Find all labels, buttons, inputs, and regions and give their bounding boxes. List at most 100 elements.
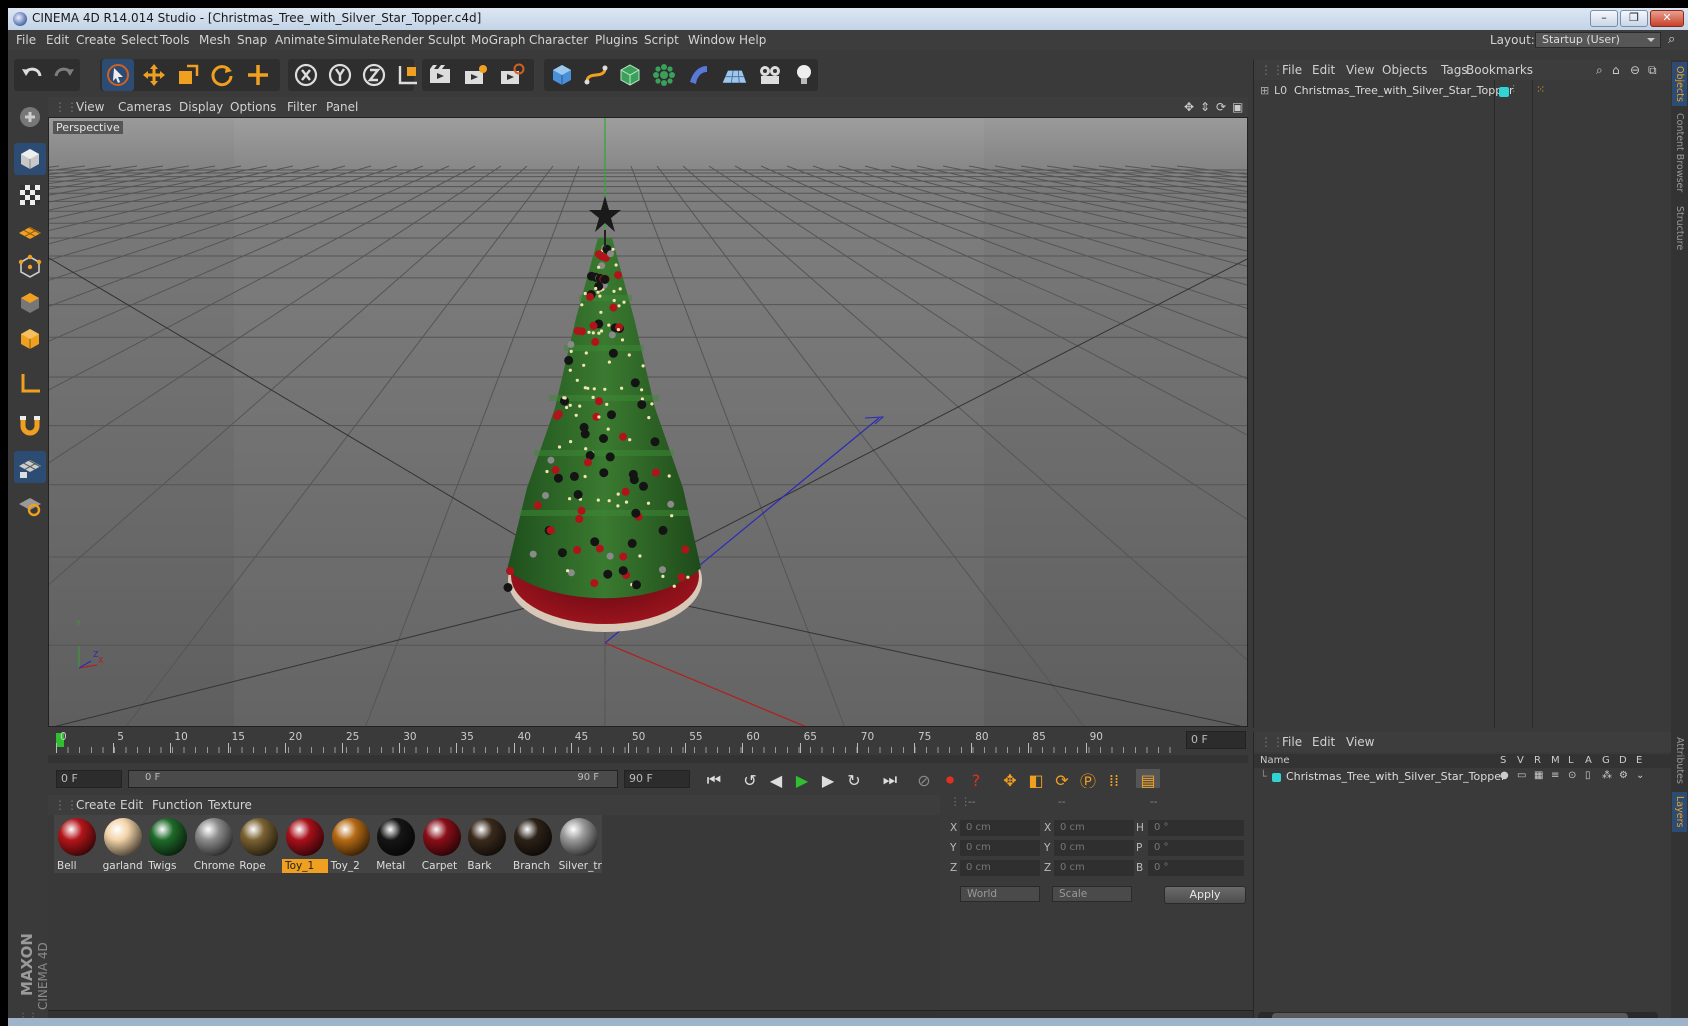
material-swatch[interactable]: Toy_2 (327, 815, 374, 873)
previous-key-icon[interactable]: ↺ (738, 769, 762, 791)
render-settings-icon[interactable] (496, 59, 528, 91)
previous-frame-icon[interactable]: ◀ (764, 769, 788, 791)
layer-flag-icon[interactable]: ⌄ (1636, 770, 1644, 781)
x-axis-lock-icon[interactable] (290, 59, 322, 91)
redo-icon[interactable] (48, 59, 80, 91)
vp-menu-filter[interactable]: Filter (287, 100, 317, 114)
pos-x-field[interactable]: 0 cm (960, 820, 1040, 836)
menu-select[interactable]: Select (121, 33, 158, 47)
coordinate-space-dropdown[interactable]: World (960, 886, 1040, 902)
layer-menu-edit[interactable]: Edit (1312, 735, 1335, 749)
material-swatch[interactable]: Branch (510, 815, 556, 873)
vp-menu-view[interactable]: View (76, 100, 104, 114)
start-frame-field[interactable]: 0 F (56, 770, 122, 788)
array-icon[interactable] (648, 59, 680, 91)
tab-layers[interactable]: Layers (1672, 792, 1687, 832)
viewport-rotate-icon[interactable]: ⟳ (1216, 100, 1226, 114)
apply-button[interactable]: Apply (1164, 886, 1246, 904)
material-swatch[interactable]: Chrome (190, 815, 237, 873)
play-forward-icon[interactable]: ▶ (790, 769, 814, 791)
rot-p-field[interactable]: 0 ° (1148, 840, 1244, 856)
size-mode-dropdown[interactable]: Scale (1052, 886, 1132, 902)
layer-menu-file[interactable]: File (1282, 735, 1302, 749)
texture-mode-icon[interactable] (14, 179, 46, 211)
cube-primitive-icon[interactable] (546, 59, 578, 91)
menu-plugins[interactable]: Plugins (595, 33, 638, 47)
obj-menu-edit[interactable]: Edit (1312, 63, 1335, 77)
layer-color-icon[interactable] (1272, 773, 1281, 782)
tab-structure[interactable]: Structure (1672, 200, 1687, 256)
obj-menu-tags[interactable]: Tags (1441, 63, 1468, 77)
go-to-start-icon[interactable]: ⏮ (702, 769, 726, 791)
mat-menu-texture[interactable]: Texture (208, 798, 252, 812)
next-key-icon[interactable]: ↻ (842, 769, 866, 791)
render-view-icon[interactable] (424, 59, 456, 91)
pos-z-field[interactable]: 0 cm (960, 860, 1040, 876)
layer-name[interactable]: Christmas_Tree_with_Silver_Star_Topper (1286, 770, 1506, 783)
deformer-bend-icon[interactable] (682, 59, 714, 91)
tab-objects[interactable]: Objects (1672, 62, 1687, 106)
vp-menu-display[interactable]: Display (179, 100, 223, 114)
menu-script[interactable]: Script (644, 33, 679, 47)
obj-menu-bookmarks[interactable]: Bookmarks (1466, 63, 1533, 77)
end-frame-field[interactable]: 90 F (624, 770, 690, 788)
mat-menu-edit[interactable]: Edit (120, 798, 143, 812)
menu-tools[interactable]: Tools (160, 33, 190, 47)
tab-attributes[interactable]: Attributes (1672, 732, 1687, 788)
viewport-zoom-icon[interactable]: ⇕ (1200, 100, 1210, 114)
rotate-tool-icon[interactable] (206, 59, 238, 91)
vp-menu-cameras[interactable]: Cameras (118, 100, 171, 114)
material-swatch[interactable]: Bell (54, 815, 100, 873)
size-z-field[interactable]: 0 cm (1054, 860, 1134, 876)
vp-menu-panel[interactable]: Panel (326, 100, 358, 114)
search-icon[interactable]: ⌕ (1596, 63, 1603, 78)
menu-animate[interactable]: Animate (275, 33, 325, 47)
menu-create[interactable]: Create (76, 33, 116, 47)
size-y-field[interactable]: 0 cm (1054, 840, 1134, 856)
rot-h-field[interactable]: 0 ° (1148, 820, 1244, 836)
z-axis-lock-icon[interactable] (358, 59, 390, 91)
menu-snap[interactable]: Snap (237, 33, 267, 47)
restore-button[interactable]: ❐ (1620, 10, 1648, 27)
menu-sculpt[interactable]: Sculpt (428, 33, 465, 47)
material-swatch[interactable]: Rope (236, 815, 283, 873)
panel-grip-icon[interactable]: ⋮⋮ (1260, 63, 1284, 77)
current-frame-field[interactable]: 0 F (1186, 731, 1246, 749)
menu-mograph[interactable]: MoGraph (471, 33, 526, 47)
material-swatch[interactable]: Toy_1 (282, 815, 328, 873)
layer-flag-icon[interactable]: ⚙ (1619, 770, 1628, 781)
size-x-field[interactable]: 0 cm (1054, 820, 1134, 836)
expand-icon[interactable]: ⊞ (1260, 82, 1269, 100)
edges-mode-icon[interactable] (14, 287, 46, 319)
add-tool-icon[interactable] (242, 59, 274, 91)
menu-help[interactable]: Help (739, 33, 766, 47)
new-window-icon[interactable]: ⧉ (1648, 63, 1657, 78)
layer-flag-icon[interactable]: ▯ (1585, 770, 1591, 781)
pos-y-field[interactable]: 0 cm (960, 840, 1040, 856)
camera-icon[interactable] (754, 59, 786, 91)
render-picture-viewer-icon[interactable] (460, 59, 492, 91)
tab-content-browser[interactable]: Content Browser (1672, 108, 1687, 198)
panel-grip-icon[interactable]: ⋮⋮ (54, 798, 78, 812)
perspective-viewport[interactable]: Perspective Y X Z (48, 117, 1248, 727)
layer-flag-icon[interactable]: ≡ (1551, 770, 1559, 781)
obj-menu-view[interactable]: View (1346, 63, 1374, 77)
floor-scene-icon[interactable] (716, 59, 752, 91)
collapse-icon[interactable]: ⊖ (1630, 63, 1640, 77)
rot-b-field[interactable]: 0 ° (1148, 860, 1244, 876)
material-swatch[interactable]: Metal (373, 815, 420, 873)
timeline-ruler[interactable]: 0 5 10 15 20 25 30 35 40 45 50 55 60 65 70 75 80 85 90 (56, 731, 1176, 753)
y-axis-lock-icon[interactable] (324, 59, 356, 91)
layer-flag-icon[interactable]: ● (1500, 770, 1509, 781)
search-icon[interactable]: ⌕ (1668, 32, 1675, 47)
light-icon[interactable] (788, 59, 820, 91)
material-swatch[interactable]: Carpet (418, 815, 465, 873)
locked-workplane-icon[interactable] (14, 489, 46, 521)
snap-magnet-icon[interactable] (14, 409, 46, 441)
obj-menu-objects[interactable]: Objects (1382, 63, 1427, 77)
layout-dropdown[interactable]: Startup (User) (1535, 32, 1661, 48)
layer-flag-icon[interactable]: ⁂ (1602, 770, 1612, 781)
live-selection-icon[interactable] (102, 59, 134, 91)
points-mode-icon[interactable] (14, 251, 46, 283)
close-button[interactable]: ✕ (1650, 10, 1684, 27)
